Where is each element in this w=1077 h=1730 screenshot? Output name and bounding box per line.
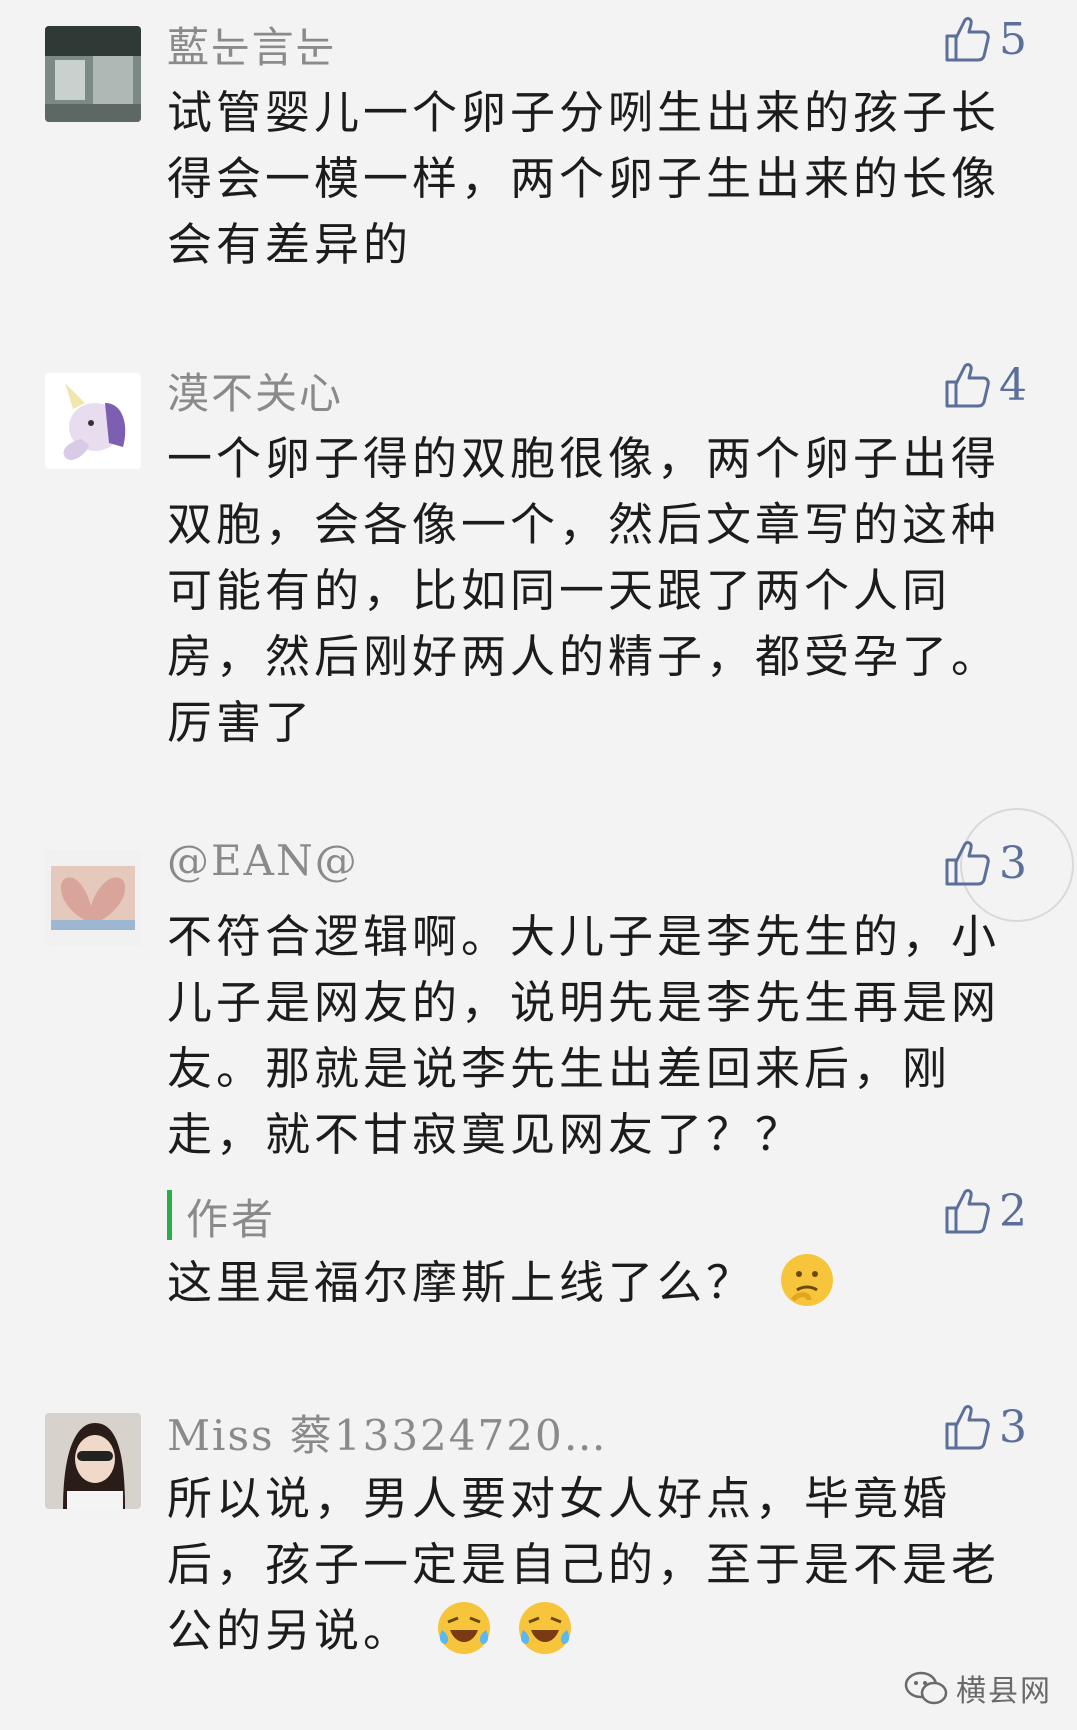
like-count: 3 <box>999 837 1027 889</box>
unicorn-avatar-icon <box>45 373 141 469</box>
like-button[interactable]: 3 <box>943 836 1027 890</box>
comment-nickname[interactable]: Miss 蔡13324720… <box>167 1402 608 1463</box>
avatar[interactable] <box>45 373 141 469</box>
author-reply-bar <box>167 1190 172 1240</box>
laughing-crying-face-icon <box>438 1602 491 1654</box>
watermark-text: 横县网 <box>956 1674 1052 1709</box>
comment-text: 试管婴儿一个卵子分咧生出来的孩子长得会一模一样，两个卵子生出来的长像会有差异的 <box>167 86 1001 271</box>
author-label: 作者 <box>186 1195 277 1244</box>
avatar[interactable] <box>45 1413 141 1509</box>
comment-text: 一个卵子得的双胞很像，两个卵子出得双胞，会各像一个，然后文章写的这种可能有的，比… <box>167 432 1001 749</box>
like-button[interactable]: 2 <box>943 1184 1027 1238</box>
like-count: 2 <box>999 1185 1027 1237</box>
comment-nickname[interactable]: 藍눈言눈 <box>167 14 336 75</box>
thumbs-up-icon <box>945 841 990 886</box>
like-count: 5 <box>999 13 1027 65</box>
thumbs-up-icon <box>945 17 990 62</box>
avatar[interactable] <box>45 850 141 946</box>
thumbs-up-icon <box>945 363 990 408</box>
wechat-icon <box>904 1671 948 1705</box>
comment-text-container: 所以说，男人要对女人好点，毕竟婚后，孩子一定是自己的，至于是不是老公的另说。 <box>167 1466 1017 1664</box>
avatar-image <box>45 850 141 946</box>
like-count: 3 <box>999 1401 1027 1453</box>
like-button[interactable]: 5 <box>943 12 1027 66</box>
comment-text: 不符合逻辑啊。大儿子是李先生的，小儿子是网友的，说明先是李先生再是网友。那就是说… <box>167 910 1001 1161</box>
like-count: 4 <box>999 359 1027 411</box>
thumbs-up-icon <box>945 1189 990 1234</box>
thumbs-up-icon <box>945 1405 990 1450</box>
thinking-face-icon <box>781 1254 834 1306</box>
like-button[interactable]: 3 <box>943 1400 1027 1454</box>
comment-text: 所以说，男人要对女人好点，毕竟婚后，孩子一定是自己的，至于是不是老公的另说。 <box>167 1472 1001 1657</box>
avatar[interactable] <box>45 26 141 122</box>
avatar-image <box>45 26 141 122</box>
comment-nickname[interactable]: @EAN@ <box>167 836 359 885</box>
reply-text: 这里是福尔摩斯上线了么？ <box>167 1256 756 1309</box>
laughing-crying-face-icon <box>518 1602 571 1654</box>
avatar-image <box>45 1413 141 1509</box>
like-button[interactable]: 4 <box>943 358 1027 412</box>
comment-nickname[interactable]: 漠不关心 <box>167 360 343 421</box>
author-reply-text: 这里是福尔摩斯上线了么？ <box>167 1250 1017 1316</box>
source-watermark: 横县网 <box>904 1666 1052 1710</box>
